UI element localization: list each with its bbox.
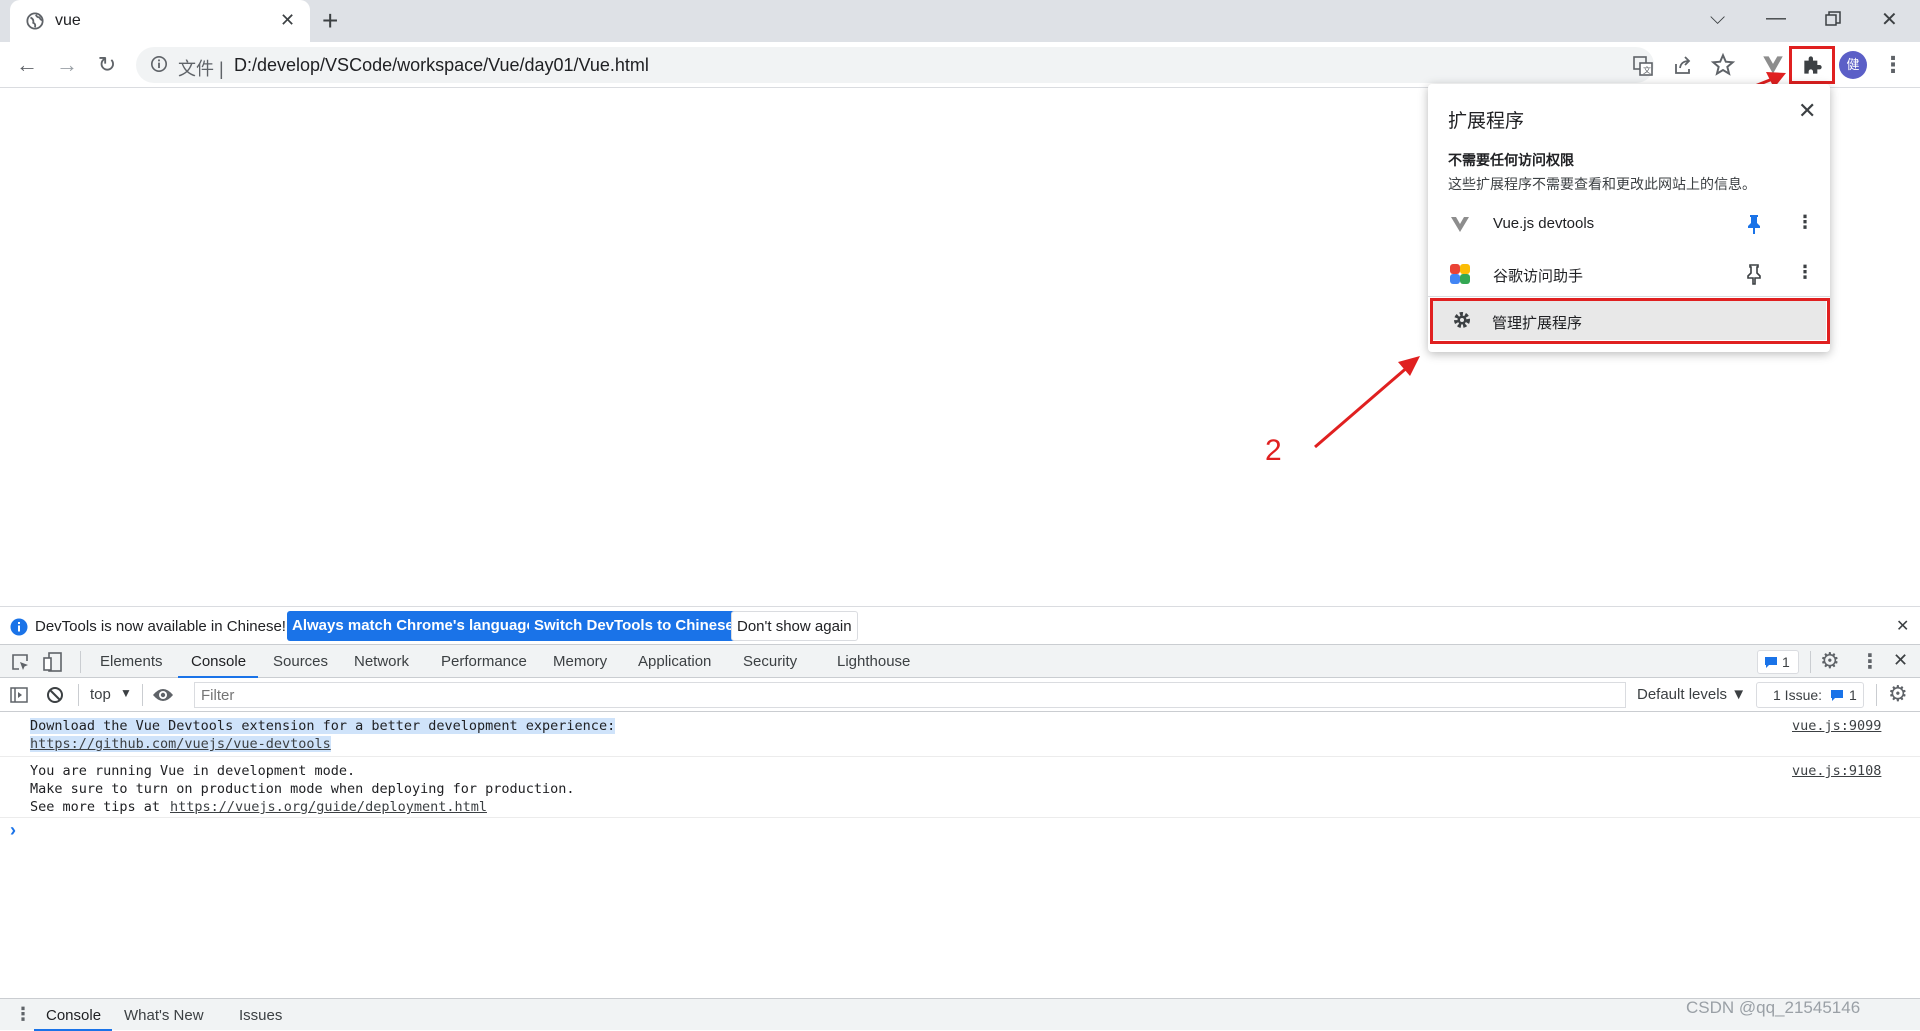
new-tab-icon[interactable]: + (322, 6, 338, 36)
console-message: Download the Vue Devtools extension for … (0, 712, 1920, 757)
messages-count: 1 (1782, 654, 1790, 670)
info-icon[interactable] (150, 55, 168, 73)
popup-divider (1428, 296, 1830, 297)
message-text-prefix: See more tips at (30, 799, 169, 815)
devtools-drawer: ⋮ Console What's New Issues (0, 998, 1920, 1031)
reload-icon[interactable]: ↻ (94, 52, 120, 78)
issues-label: 1 Issue: (1773, 687, 1823, 703)
tab-close-icon[interactable]: ✕ (280, 10, 295, 31)
clear-console-icon[interactable] (46, 686, 64, 704)
message-source-link[interactable]: vue.js:9099 (1792, 718, 1881, 734)
chrome-menu-icon[interactable]: ⋮ (1880, 52, 1906, 78)
section-description: 这些扩展程序不需要查看和更改此网站上的信息。 (1448, 176, 1756, 192)
tab-memory[interactable]: Memory (553, 653, 607, 670)
browser-tab[interactable]: vue ✕ (10, 0, 310, 42)
device-toolbar-icon[interactable] (43, 651, 63, 673)
message-text: Download the Vue Devtools extension for … (30, 718, 616, 734)
issues-count: 1 (1849, 687, 1857, 703)
scheme-label: 文件 | (178, 59, 224, 79)
pin-icon-active[interactable] (1744, 213, 1764, 235)
live-expression-eye-icon[interactable] (152, 687, 174, 703)
log-levels-dropdown[interactable]: Default levels ▼ (1637, 686, 1746, 703)
message-link[interactable]: https://vuejs.org/guide/deployment.html (170, 799, 487, 815)
message-icon (1765, 657, 1777, 668)
console-message: You are running Vue in development mode.… (0, 757, 1920, 818)
tab-elements[interactable]: Elements (100, 653, 163, 670)
drawer-tab-issues[interactable]: Issues (239, 1007, 282, 1024)
forward-icon[interactable]: → (54, 52, 80, 78)
tab-title: vue (55, 12, 81, 29)
infobar-text: DevTools is now available in Chinese! (35, 618, 286, 635)
extension-name: Vue.js devtools (1493, 215, 1595, 232)
more-options-icon[interactable]: ⋮ (1796, 262, 1814, 283)
tab-strip: vue ✕ + ⌵ — ✕ (0, 0, 1920, 42)
dont-show-again-button[interactable]: Don't show again (731, 611, 858, 641)
match-language-button[interactable]: Always match Chrome's language (287, 611, 540, 641)
sidebar-toggle-icon[interactable] (10, 687, 28, 703)
devtools-close-icon[interactable]: ✕ (1893, 650, 1908, 671)
issues-button[interactable]: 1 Issue: 1 (1756, 682, 1864, 708)
url-text[interactable]: D:/develop/VSCode/workspace/Vue/day01/Vu… (234, 55, 649, 76)
section-title: 不需要任何访问权限 (1448, 152, 1574, 168)
profile-avatar[interactable]: 健 (1839, 51, 1867, 79)
toolbar-divider (1876, 684, 1877, 706)
devtools-menu-icon[interactable]: ⋮ (1860, 649, 1880, 674)
devtools-tab-bar: Elements Console Sources Network Perform… (0, 644, 1920, 678)
tab-application[interactable]: Application (638, 653, 711, 670)
extension-name: 谷歌访问助手 (1493, 268, 1584, 285)
pin-icon[interactable] (1744, 263, 1764, 285)
settings-gear-icon[interactable]: ⚙ (1820, 648, 1840, 674)
message-text: Make sure to turn on production mode whe… (30, 781, 575, 797)
toolbar-divider (1810, 651, 1811, 673)
extensions-popup: 扩展程序 ✕ 不需要任何访问权限 这些扩展程序不需要查看和更改此网站上的信息。 … (1428, 84, 1830, 352)
message-source-link[interactable]: vue.js:9108 (1792, 763, 1881, 779)
message-icon (1831, 690, 1843, 701)
message-link[interactable]: https://github.com/vuejs/vue-devtools (30, 736, 331, 752)
back-icon[interactable]: ← (14, 52, 40, 78)
drawer-tab-console[interactable]: Console (46, 1007, 101, 1024)
vue-devtools-icon (1451, 217, 1469, 232)
window-close-icon[interactable]: ✕ (1881, 7, 1898, 32)
devtools-infobar: DevTools is now available in Chinese! Al… (0, 606, 1920, 644)
tab-security[interactable]: Security (743, 653, 797, 670)
toolbar-divider (142, 684, 143, 706)
minimize-icon[interactable]: — (1766, 7, 1786, 30)
console-filter-input[interactable] (194, 682, 1626, 708)
message-text: You are running Vue in development mode. (30, 763, 356, 779)
context-dropdown-icon[interactable]: ▼ (120, 686, 132, 700)
csdn-watermark: CSDN @qq_21545146 (1686, 998, 1861, 1017)
toolbar-divider (78, 684, 79, 706)
tab-sources[interactable]: Sources (273, 653, 328, 670)
tab-console[interactable]: Console (191, 653, 246, 670)
more-options-icon[interactable]: ⋮ (1796, 212, 1814, 233)
tab-performance[interactable]: Performance (441, 653, 527, 670)
drawer-tab-whats-new[interactable]: What's New (124, 1007, 204, 1024)
extension-item-vue-devtools[interactable]: Vue.js devtools ⋮ (1428, 200, 1830, 248)
console-settings-gear-icon[interactable]: ⚙ (1888, 681, 1908, 707)
tab-lighthouse[interactable]: Lighthouse (837, 653, 910, 670)
annotation-step-2: 2 (1265, 434, 1282, 467)
console-toolbar: top ▼ Default levels ▼ 1 Issue: 1 ⚙ (0, 678, 1920, 712)
popup-close-icon[interactable]: ✕ (1798, 98, 1816, 124)
infobar-close-icon[interactable]: ✕ (1896, 616, 1909, 636)
tab-search-chevron-icon[interactable]: ⌵ (1710, 7, 1725, 30)
switch-chinese-button[interactable]: Switch DevTools to Chinese (529, 611, 739, 641)
inspect-element-icon[interactable] (10, 652, 30, 672)
google-helper-icon (1450, 264, 1470, 284)
messages-badge[interactable]: 1 (1757, 650, 1799, 674)
info-icon (10, 618, 28, 636)
drawer-menu-icon[interactable]: ⋮ (14, 1004, 32, 1025)
annotation-box-manage (1430, 298, 1830, 344)
console-prompt-icon[interactable]: › (10, 820, 16, 841)
context-selector[interactable]: top (90, 686, 111, 703)
popup-title: 扩展程序 (1448, 111, 1525, 132)
extension-item-google-helper[interactable]: 谷歌访问助手 ⋮ (1428, 250, 1830, 298)
tab-network[interactable]: Network (354, 653, 409, 670)
toolbar-divider (80, 651, 81, 673)
globe-icon (26, 12, 44, 30)
restore-icon[interactable] (1825, 11, 1841, 27)
